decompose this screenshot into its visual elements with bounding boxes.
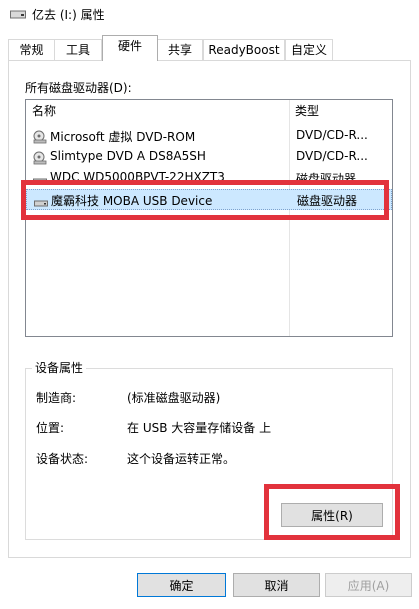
tab-readyboost[interactable]: ReadyBoost: [203, 39, 285, 60]
ok-button[interactable]: 确定: [137, 573, 226, 597]
device-name: Microsoft 虚拟 DVD-ROM: [50, 130, 196, 144]
device-type: 磁盘驱动器: [297, 194, 358, 208]
device-list[interactable]: 名称 类型 Microsoft 虚拟 DVD-ROM DVD/CD-R... S…: [25, 99, 393, 337]
tab-tools[interactable]: 工具: [54, 39, 102, 60]
location-value: 在 USB 大容量存储设备 上: [127, 421, 272, 435]
dvd-drive-icon: [33, 151, 47, 165]
window-title: 亿去 (I:) 属性: [32, 8, 105, 22]
column-header-name[interactable]: 名称: [26, 100, 289, 122]
device-name: 魔霸科技 MOBA USB Device: [51, 194, 213, 208]
usb-disk-icon: [34, 200, 48, 207]
hard-disk-icon: [33, 178, 47, 185]
dvd-drive-icon: [33, 130, 47, 144]
manufacturer-label: 制造商:: [36, 391, 77, 405]
tab-customize[interactable]: 自定义: [285, 39, 333, 60]
device-type: DVD/CD-R...: [296, 149, 368, 163]
drive-icon: [10, 10, 26, 19]
cancel-button[interactable]: 取消: [233, 573, 320, 597]
title-bar: 亿去 (I:) 属性: [0, 0, 419, 30]
tab-strip: 常规 工具 硬件 共享 ReadyBoost 自定义: [0, 35, 419, 61]
device-status-label: 设备状态:: [36, 452, 89, 466]
device-row[interactable]: WDC WD5000BPVT-22HXZT3 磁盘驱动器: [26, 168, 392, 189]
device-row[interactable]: Slimtype DVD A DS8A5SH DVD/CD-R...: [26, 147, 392, 168]
device-type: 磁盘驱动器: [296, 172, 357, 186]
device-status-value: 这个设备运转正常。: [127, 452, 236, 466]
tab-general[interactable]: 常规: [8, 39, 55, 60]
properties-button[interactable]: 属性(R): [281, 503, 383, 527]
device-name: WDC WD5000BPVT-22HXZT3: [50, 170, 225, 184]
device-row[interactable]: Microsoft 虚拟 DVD-ROM DVD/CD-R...: [26, 126, 392, 147]
all-drives-label: 所有磁盘驱动器(D):: [25, 81, 132, 95]
device-properties-title: 设备属性: [32, 359, 87, 376]
apply-button[interactable]: 应用(A): [325, 573, 412, 597]
device-row-selected[interactable]: 魔霸科技 MOBA USB Device 磁盘驱动器: [26, 189, 392, 210]
device-type: DVD/CD-R...: [296, 128, 368, 142]
manufacturer-value: (标准磁盘驱动器): [127, 391, 221, 405]
tab-sharing[interactable]: 共享: [157, 39, 203, 60]
column-header-type[interactable]: 类型: [289, 100, 392, 122]
location-label: 位置:: [36, 421, 65, 435]
device-name: Slimtype DVD A DS8A5SH: [50, 149, 206, 163]
tab-hardware[interactable]: 硬件: [102, 35, 158, 61]
